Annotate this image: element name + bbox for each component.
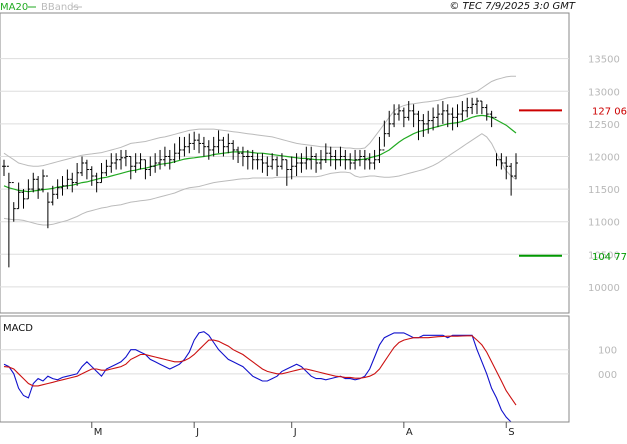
price-tick-label: 12500 bbox=[588, 120, 620, 131]
x-tick-label: J bbox=[293, 427, 297, 438]
price-tick-label: 11000 bbox=[588, 218, 620, 229]
price-tick-label: 11500 bbox=[588, 185, 620, 196]
x-tick-label: M bbox=[94, 427, 103, 438]
macd-tick-label: 000 bbox=[598, 370, 617, 381]
stock-chart: 10000 10500 11000 11500 12000 12500 13000 13500… bbox=[0, 0, 627, 440]
resistance-level-label: 127 06 bbox=[592, 106, 627, 117]
x-tick-label: S bbox=[508, 427, 514, 438]
x-tick-label: A bbox=[406, 427, 413, 438]
price-tick-label: 10000 bbox=[588, 283, 620, 294]
x-tick-label: J bbox=[195, 427, 199, 438]
ma20-legend-label: MA20 bbox=[0, 2, 28, 13]
chart-canvas: 1000010500110001150012000125001300013500… bbox=[0, 0, 627, 440]
macd-title: MACD bbox=[3, 323, 33, 334]
macd-tick-label: 100 bbox=[598, 346, 617, 357]
macd-panel: 100 000 MACD bbox=[0, 315, 617, 423]
price-tick-label: 13000 bbox=[588, 87, 620, 98]
price-tick-label: 13500 bbox=[588, 55, 620, 66]
price-panel: 1000010500110001150012000125001300013500… bbox=[0, 12, 627, 314]
source-timestamp: © TEC 7/9/2025 3:0 GMT bbox=[449, 1, 576, 12]
support-level-label: 104 77 bbox=[592, 252, 627, 263]
price-tick-label: 12000 bbox=[588, 152, 620, 163]
